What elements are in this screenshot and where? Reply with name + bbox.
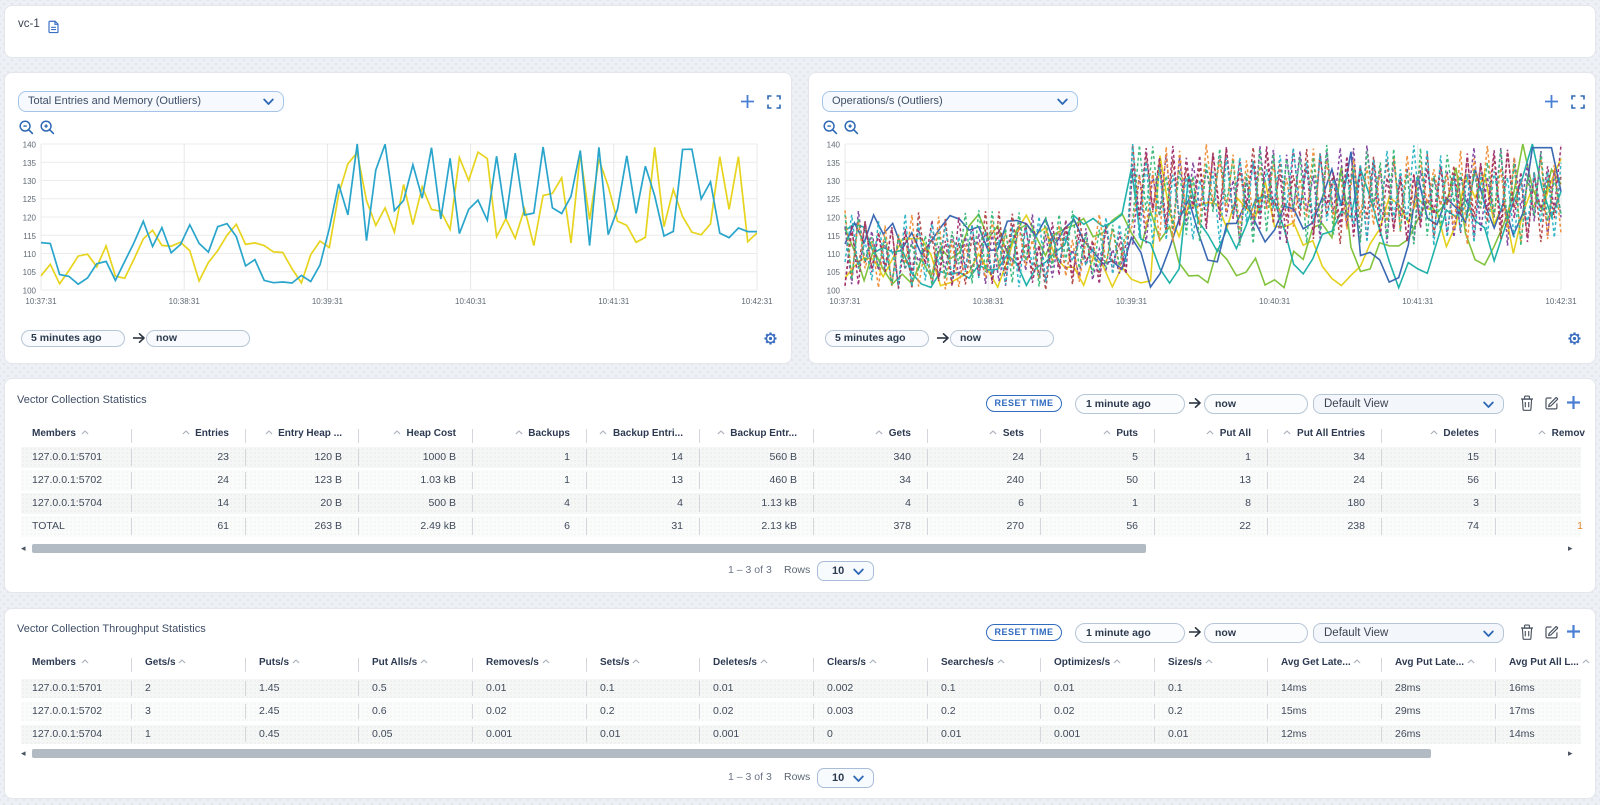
svg-text:10:41:31: 10:41:31 (598, 297, 630, 306)
svg-text:100: 100 (827, 287, 841, 296)
svg-text:10:37:31: 10:37:31 (829, 297, 861, 306)
svg-text:125: 125 (23, 195, 37, 204)
svg-text:120: 120 (827, 214, 841, 223)
svg-text:135: 135 (23, 159, 37, 168)
svg-text:115: 115 (827, 232, 840, 241)
svg-text:10:37:31: 10:37:31 (25, 297, 57, 306)
svg-text:110: 110 (827, 250, 840, 259)
svg-text:105: 105 (827, 268, 841, 277)
svg-text:10:40:31: 10:40:31 (1259, 297, 1291, 306)
svg-text:130: 130 (827, 177, 841, 186)
svg-text:10:42:31: 10:42:31 (1545, 297, 1577, 306)
svg-text:140: 140 (827, 141, 841, 150)
svg-text:115: 115 (23, 232, 36, 241)
svg-text:125: 125 (827, 195, 841, 204)
svg-text:130: 130 (23, 177, 37, 186)
svg-text:10:38:31: 10:38:31 (169, 297, 201, 306)
svg-text:105: 105 (23, 268, 37, 277)
svg-text:140: 140 (23, 141, 37, 150)
svg-text:10:39:31: 10:39:31 (312, 297, 344, 306)
svg-text:120: 120 (23, 214, 37, 223)
svg-text:10:40:31: 10:40:31 (455, 297, 487, 306)
svg-text:135: 135 (827, 159, 841, 168)
svg-text:110: 110 (23, 250, 36, 259)
svg-text:10:39:31: 10:39:31 (1116, 297, 1148, 306)
svg-text:10:42:31: 10:42:31 (741, 297, 773, 306)
svg-text:10:38:31: 10:38:31 (973, 297, 1005, 306)
svg-text:10:41:31: 10:41:31 (1402, 297, 1434, 306)
svg-text:100: 100 (23, 287, 37, 296)
